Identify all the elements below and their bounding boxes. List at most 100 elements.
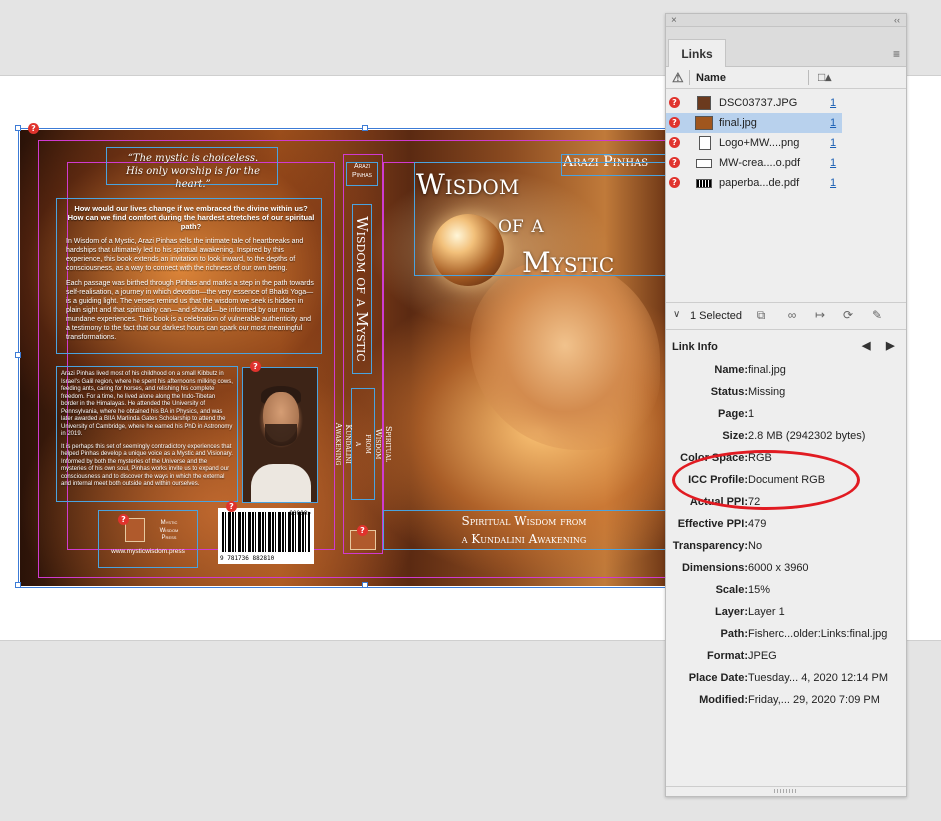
missing-link-icon[interactable]: ? (118, 514, 129, 525)
info-key: Scale: (715, 584, 748, 596)
resize-handle-bl[interactable] (15, 582, 21, 588)
column-divider (808, 70, 809, 85)
link-page-link[interactable]: 1 (830, 177, 836, 189)
link-name: paperba...de.pdf (719, 177, 800, 189)
links-panel: × ‹‹ Links ≡ ⚠ Name □▴ ? DSC03737.JPG 1 … (665, 13, 907, 797)
author-photo-beard (265, 424, 297, 446)
resize-handle-ml[interactable] (15, 352, 21, 358)
link-thumbnail (695, 116, 713, 130)
name-column-header[interactable]: Name (696, 72, 726, 84)
front-title: Wisdom of a Mystic (414, 162, 674, 279)
info-layer-row: Layer: Layer 1 (666, 602, 906, 624)
link-name: final.jpg (719, 117, 757, 129)
info-value: Friday,... 29, 2020 7:09 PM (748, 694, 880, 706)
spine-title-text: Wisdom of a Mystic (353, 216, 371, 362)
barcode-digits: 9 781736 882810 (220, 555, 275, 562)
chevron-down-icon[interactable]: ∨ (673, 309, 680, 320)
missing-link-icon: ? (669, 117, 680, 128)
info-value: 2.8 MB (2942302 bytes) (748, 430, 866, 442)
info-page-row: Page: 1 (666, 404, 906, 426)
isbn-barcode[interactable]: 9 781736 882810 90000> (218, 508, 314, 564)
info-value: No (748, 540, 763, 552)
update-link-icon[interactable]: ⟳ (841, 308, 855, 322)
back-quote: “The mystic is choiceless. His only wors… (126, 153, 260, 190)
info-key: Effective PPI: (677, 518, 748, 530)
links-toolbar: ∨ 1 Selected ⧉ ∞ ↦ ⟳ ✎ (666, 302, 906, 330)
info-place-date-row: Place Date: Tuesday... 4, 2020 12:14 PM (666, 668, 906, 690)
panel-resize-grip[interactable] (666, 786, 906, 796)
tab-links[interactable]: Links (668, 39, 726, 67)
go-to-link-icon[interactable]: ↦ (813, 308, 827, 322)
missing-link-icon[interactable]: ? (226, 501, 237, 512)
spine-subtitle-text: Spiritual Wisdom from a Kundalini Awaken… (334, 422, 393, 466)
links-column-header: ⚠ Name □▴ (666, 67, 906, 89)
info-modified-row: Modified: Friday,... 29, 2020 7:09 PM (666, 690, 906, 712)
back-blurb: How would our lives change if we embrace… (62, 200, 320, 352)
resize-handle-tc[interactable] (362, 125, 368, 131)
link-row[interactable]: ? final.jpg 1 (666, 113, 842, 133)
resize-handle-tl[interactable] (15, 125, 21, 131)
link-thumbnail (697, 96, 711, 110)
link-row[interactable]: ? paperba...de.pdf 1 (666, 173, 842, 193)
link-row[interactable]: ? DSC03737.JPG 1 (666, 93, 842, 113)
spine-title: Wisdom of a Mystic (352, 204, 372, 374)
collapse-panel-icon[interactable]: ‹‹ (894, 14, 900, 27)
link-row[interactable]: ? MW-crea....o.pdf 1 (666, 153, 842, 173)
link-info-header: Link Info ◀ ▶ (666, 336, 906, 358)
relink-from-cc-icon[interactable]: ⧉ (754, 308, 768, 322)
link-page-link[interactable]: 1 (830, 97, 836, 109)
resize-handle-bc[interactable] (362, 582, 368, 588)
links-list: ? DSC03737.JPG 1 ? final.jpg 1 ? Logo+MW… (666, 89, 906, 299)
missing-link-icon[interactable]: ? (250, 361, 261, 372)
link-page-link[interactable]: 1 (830, 117, 836, 129)
info-key: Name: (714, 364, 748, 376)
spine-author: Arazi Pinhas (352, 163, 372, 179)
author-photo[interactable] (242, 367, 318, 503)
info-size-row: Size: 2.8 MB (2942302 bytes) (666, 426, 906, 448)
previous-link-icon[interactable]: ◀ (862, 339, 870, 352)
info-transparency-row: Transparency: No (666, 536, 906, 558)
status-column-icon[interactable]: ⚠ (672, 70, 684, 86)
info-key: Place Date: (688, 672, 748, 684)
info-value: 479 (748, 518, 767, 530)
info-name-row: Name: final.jpg (666, 360, 906, 382)
missing-link-icon[interactable]: ? (357, 525, 368, 536)
link-thumbnail (696, 179, 712, 188)
link-name: Logo+MW....png (719, 137, 800, 149)
info-value: Fisherc...older:Links:final.jpg (748, 628, 888, 640)
relink-icon[interactable]: ∞ (785, 308, 799, 322)
close-icon[interactable]: × (671, 14, 677, 27)
info-key: Dimensions: (681, 562, 748, 574)
publisher-url: www.mysticwisdom.press (111, 548, 185, 555)
info-key: Status: (710, 386, 748, 398)
publisher-block: Mystic Wisdom Press www.mysticwisdom.pre… (99, 512, 197, 568)
bio-paragraph-1: Arazi Pinhas lived most of his childhood… (61, 371, 233, 437)
blurb-paragraph-2: Each passage was birthed through Pinhas … (66, 280, 314, 341)
next-link-icon[interactable]: ▶ (886, 339, 894, 352)
info-value: JPEG (748, 650, 777, 662)
link-thumbnail (696, 159, 712, 168)
bio-paragraph-2: It is perhaps this set of seemingly cont… (61, 443, 233, 488)
link-page-link[interactable]: 1 (830, 157, 836, 169)
info-format-row: Format: JPEG (666, 646, 906, 668)
info-key: Path: (720, 628, 749, 640)
panel-menu-icon[interactable]: ≡ (893, 47, 900, 61)
info-key: Page: (718, 408, 748, 420)
column-divider (689, 70, 690, 85)
info-value: 1 (748, 408, 755, 420)
link-page-link[interactable]: 1 (830, 137, 836, 149)
info-dimensions-row: Dimensions: 6000 x 3960 (666, 558, 906, 580)
info-path-row: Path: Fisherc...older:Links:final.jpg (666, 624, 906, 646)
missing-link-icon[interactable]: ? (28, 123, 39, 134)
title-line-1: Wisdom (416, 168, 520, 201)
front-subtitle: Spiritual Wisdom from a Kundalini Awaken… (461, 514, 587, 546)
info-effective-ppi-row: Effective PPI: 479 (666, 514, 906, 536)
highlight-annotation (672, 450, 860, 510)
link-row[interactable]: ? Logo+MW....png 1 (666, 133, 842, 153)
edit-original-icon[interactable]: ✎ (870, 308, 884, 322)
info-value: final.jpg (748, 364, 786, 376)
info-key: Modified: (699, 694, 748, 706)
missing-link-icon: ? (669, 137, 680, 148)
info-value: Missing (748, 386, 786, 398)
page-column-sort-icon[interactable]: □▴ (818, 70, 831, 84)
